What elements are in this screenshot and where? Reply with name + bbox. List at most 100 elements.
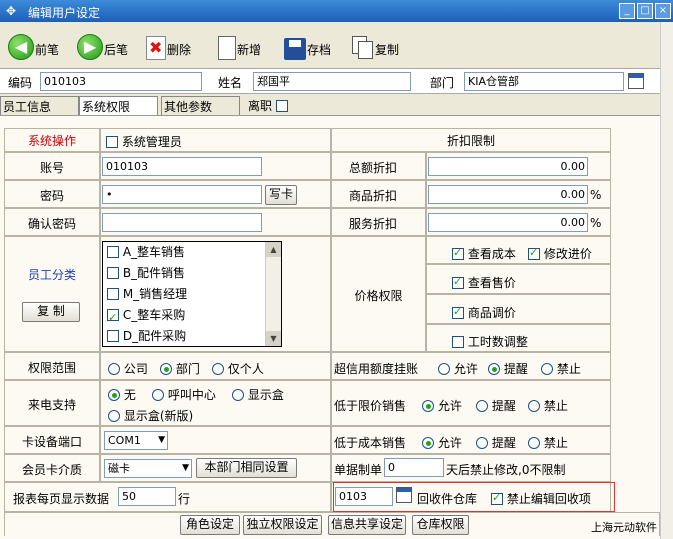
list-item[interactable]: A_整车销售 bbox=[103, 242, 281, 263]
card-port-select[interactable]: COM1 ▼ bbox=[104, 431, 168, 450]
minimize-button[interactable]: _ bbox=[619, 3, 635, 19]
copy-category-button[interactable]: 复 制 bbox=[22, 302, 80, 322]
credit-allow-radio[interactable] bbox=[438, 363, 450, 375]
name-input[interactable]: 郑国平 bbox=[253, 72, 411, 91]
role-setting-button[interactable]: 角色设定 bbox=[180, 515, 240, 535]
limit-forbid-option[interactable]: 禁止 bbox=[528, 397, 568, 414]
password-input[interactable]: • bbox=[102, 185, 262, 204]
credit-remind-radio[interactable] bbox=[488, 363, 500, 375]
list-item[interactable]: M_销售经理 bbox=[103, 284, 281, 305]
scope-dept-radio[interactable] bbox=[160, 363, 172, 375]
add-button[interactable]: 新增 bbox=[218, 30, 261, 60]
forward-arrow-icon: ▶ bbox=[77, 34, 103, 60]
sys-admin-checkbox[interactable] bbox=[106, 136, 118, 148]
call-box-radio[interactable] bbox=[232, 389, 244, 401]
tab-employee-info[interactable]: 员工信息 bbox=[0, 96, 79, 115]
call-none-radio[interactable] bbox=[108, 389, 120, 401]
scope-self-option[interactable]: 仅个人 bbox=[212, 360, 264, 377]
credit-remind-option[interactable]: 提醒 bbox=[488, 360, 528, 377]
list-item[interactable]: C_整车采购 bbox=[103, 305, 281, 328]
call-box-new-option[interactable]: 显示盒(新版) bbox=[108, 407, 193, 424]
cost-allow-radio[interactable] bbox=[422, 437, 434, 449]
resigned-toggle[interactable]: 离职 bbox=[248, 97, 288, 114]
report-rows-input[interactable]: 50 bbox=[118, 487, 176, 506]
call-center-option[interactable]: 呼叫中心 bbox=[152, 386, 216, 403]
service-discount-input[interactable]: 0.00 bbox=[428, 213, 588, 232]
view-sale-checkbox[interactable] bbox=[452, 275, 464, 289]
warehouse-perm-button[interactable]: 仓库权限 bbox=[412, 515, 469, 535]
goods-adjust-option[interactable]: 商品调价 bbox=[452, 304, 516, 321]
limit-forbid-radio[interactable] bbox=[528, 400, 540, 412]
doc-days-input[interactable]: 0 bbox=[384, 458, 444, 477]
same-dept-setting-button[interactable]: 本部门相同设置 bbox=[196, 458, 297, 478]
save-button[interactable]: 存档 bbox=[284, 30, 331, 60]
goods-discount-input[interactable]: 0.00 bbox=[428, 185, 588, 204]
maximize-button[interactable]: □ bbox=[637, 3, 653, 19]
limit-remind-radio[interactable] bbox=[476, 400, 488, 412]
category-checkbox[interactable] bbox=[107, 267, 119, 279]
account-input[interactable]: 010103 bbox=[102, 157, 262, 176]
labor-adjust-checkbox[interactable] bbox=[452, 336, 464, 348]
cost-remind-radio[interactable] bbox=[476, 437, 488, 449]
copy-button[interactable]: 复制 bbox=[352, 30, 399, 60]
scope-dept-option[interactable]: 部门 bbox=[160, 360, 200, 377]
goods-adjust-checkbox[interactable] bbox=[452, 305, 464, 319]
dept-input[interactable]: KIA仓管部 bbox=[464, 72, 624, 91]
write-card-button[interactable]: 写卡 bbox=[265, 185, 297, 205]
limit-allow-radio[interactable] bbox=[422, 400, 434, 412]
calendar-icon[interactable] bbox=[628, 73, 644, 89]
tab-system-permission[interactable]: 系统权限 bbox=[79, 96, 158, 115]
prev-button[interactable]: ◀ 前笔 bbox=[8, 30, 59, 60]
view-sale-option[interactable]: 查看售价 bbox=[452, 274, 516, 291]
next-button[interactable]: ▶ 后笔 bbox=[77, 30, 128, 60]
credit-forbid-radio[interactable] bbox=[541, 363, 553, 375]
limit-allow-option[interactable]: 允许 bbox=[422, 397, 462, 414]
call-box-option[interactable]: 显示盒 bbox=[232, 386, 284, 403]
credit-allow-option[interactable]: 允许 bbox=[438, 360, 478, 377]
scroll-down-icon[interactable]: ▼ bbox=[266, 331, 281, 346]
labor-adjust-option[interactable]: 工时数调整 bbox=[452, 333, 528, 350]
credit-forbid-option[interactable]: 禁止 bbox=[541, 360, 581, 377]
info-share-button[interactable]: 信息共享设定 bbox=[328, 515, 406, 535]
cost-remind-option[interactable]: 提醒 bbox=[476, 434, 516, 451]
list-item[interactable]: D_配件采购 bbox=[103, 326, 281, 347]
limit-remind-option[interactable]: 提醒 bbox=[476, 397, 516, 414]
edit-purchase-label: 修改进价 bbox=[543, 247, 592, 261]
view-cost-checkbox[interactable] bbox=[452, 246, 464, 260]
scroll-up-icon[interactable]: ▲ bbox=[266, 242, 281, 257]
resigned-label: 离职 bbox=[248, 99, 273, 113]
password-label: 密码 bbox=[39, 189, 64, 203]
call-box-new-radio[interactable] bbox=[108, 410, 120, 422]
member-card-select[interactable]: 磁卡 ▼ bbox=[104, 459, 192, 478]
vertical-scrollbar[interactable] bbox=[660, 22, 673, 539]
total-discount-input[interactable]: 0.00 bbox=[428, 157, 588, 176]
independent-perm-button[interactable]: 独立权限设定 bbox=[243, 515, 322, 535]
discount-header: 折扣限制 bbox=[446, 134, 495, 148]
call-center-radio[interactable] bbox=[152, 389, 164, 401]
delete-button[interactable]: ✖ 删除 bbox=[146, 30, 191, 60]
call-none-option[interactable]: 无 bbox=[108, 386, 136, 403]
scope-company-radio[interactable] bbox=[108, 363, 120, 375]
category-checkbox[interactable] bbox=[107, 246, 119, 258]
tab-other-params[interactable]: 其他参数 bbox=[161, 96, 240, 115]
scope-self-radio[interactable] bbox=[212, 363, 224, 375]
cost-allow-option[interactable]: 允许 bbox=[422, 434, 462, 451]
edit-purchase-option[interactable]: 修改进价 bbox=[528, 245, 592, 262]
confirm-password-input[interactable] bbox=[102, 213, 262, 232]
brand-text: 上海元动软件 bbox=[591, 521, 657, 534]
cost-forbid-option[interactable]: 禁止 bbox=[528, 434, 568, 451]
category-checkbox[interactable] bbox=[107, 307, 119, 328]
chevron-down-icon: ▼ bbox=[182, 463, 189, 473]
list-item[interactable]: B_配件销售 bbox=[103, 263, 281, 284]
view-cost-option[interactable]: 查看成本 bbox=[452, 245, 516, 262]
resigned-checkbox[interactable] bbox=[275, 100, 288, 112]
category-checkbox[interactable] bbox=[107, 288, 119, 300]
close-button[interactable]: × bbox=[655, 3, 671, 19]
scope-company-option[interactable]: 公司 bbox=[108, 360, 148, 377]
edit-purchase-checkbox[interactable] bbox=[528, 246, 540, 260]
code-input[interactable]: 010103 bbox=[40, 72, 202, 91]
list-scrollbar[interactable]: ▲ ▼ bbox=[265, 242, 281, 346]
sys-admin-option[interactable]: 系统管理员 bbox=[106, 133, 182, 150]
cost-forbid-radio[interactable] bbox=[528, 437, 540, 449]
category-checkbox[interactable] bbox=[107, 330, 119, 342]
